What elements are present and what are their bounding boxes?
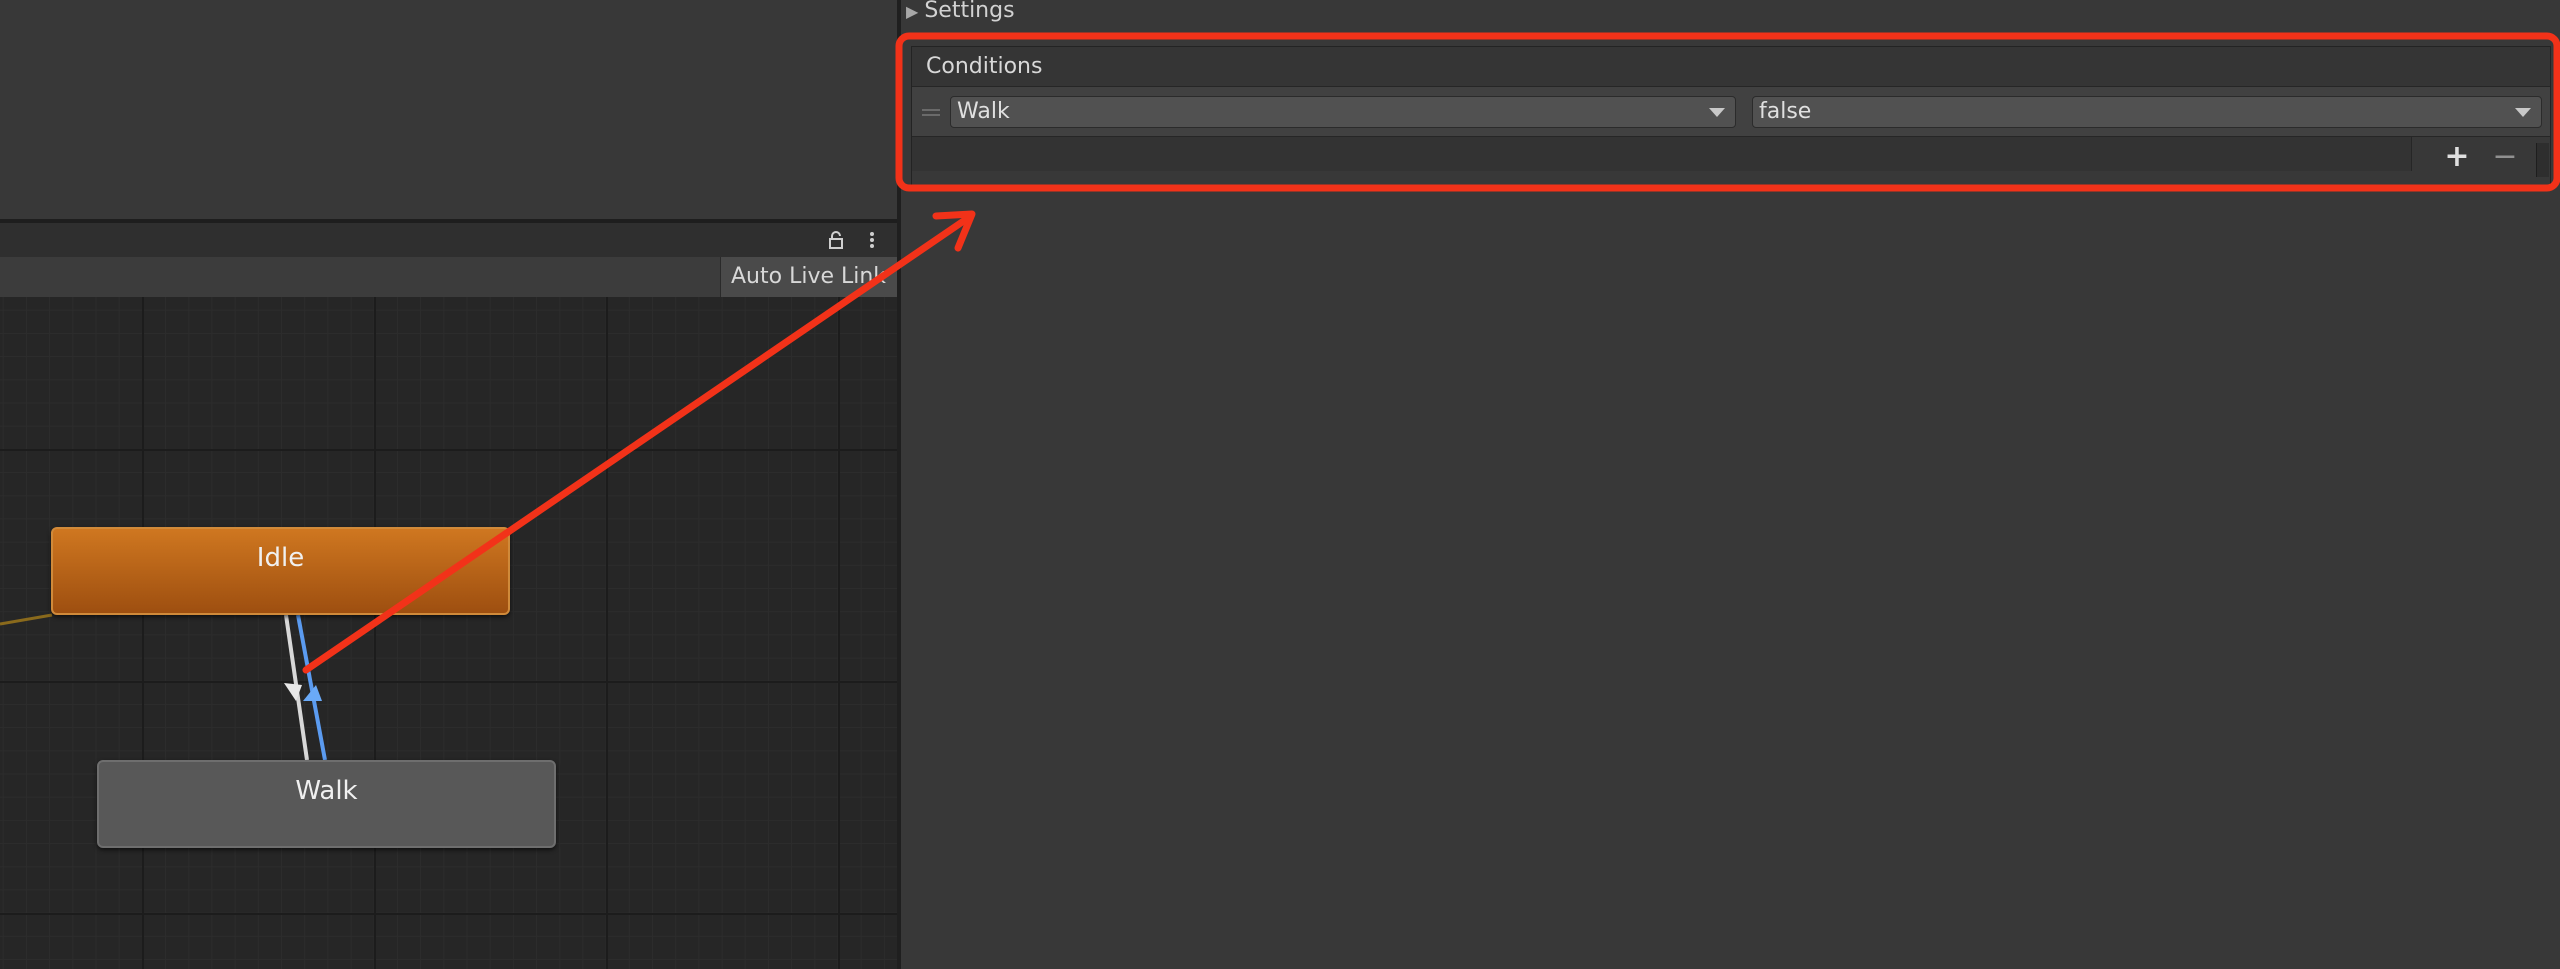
settings-label: Settings [924, 0, 1015, 23]
entry-transition-line [0, 613, 53, 626]
condition-value-text: false [1759, 99, 1812, 124]
animator-header [0, 223, 897, 258]
triangle-right-icon: ▶ [906, 2, 919, 21]
conditions-list-footer [912, 137, 2412, 171]
transition-lines [0, 613, 327, 761]
animator-toolbar: Auto Live Link [0, 257, 897, 298]
condition-parameter-value: Walk [957, 99, 1010, 124]
condition-row[interactable]: Walk false [912, 87, 2550, 137]
auto-live-link-button[interactable]: Auto Live Link [720, 257, 897, 297]
state-node-idle[interactable]: Idle [51, 527, 510, 615]
state-node-walk[interactable]: Walk [97, 760, 556, 848]
caret-down-icon [1709, 108, 1725, 117]
conditions-list: Conditions Walk false + − [911, 46, 2551, 186]
footer-edge [2536, 143, 2549, 177]
animator-graph[interactable]: Idle Walk [0, 297, 897, 969]
inspector-panel: ▶ Settings Conditions Walk false + − [901, 0, 2560, 969]
left-empty-panel [0, 0, 897, 219]
caret-down-icon [2515, 108, 2531, 117]
conditions-header: Conditions [912, 47, 2550, 87]
drag-handle-icon[interactable] [922, 103, 940, 116]
lock-icon[interactable] [826, 230, 846, 250]
condition-parameter-dropdown[interactable]: Walk [950, 96, 1736, 128]
conditions-footer-controls [2412, 137, 2550, 185]
settings-foldout[interactable]: ▶ Settings [901, 0, 1015, 22]
condition-value-dropdown[interactable]: false [1752, 96, 2542, 128]
remove-condition-button[interactable]: − [2490, 142, 2520, 173]
more-vertical-icon[interactable] [862, 230, 882, 250]
add-condition-button[interactable]: + [2442, 142, 2472, 173]
